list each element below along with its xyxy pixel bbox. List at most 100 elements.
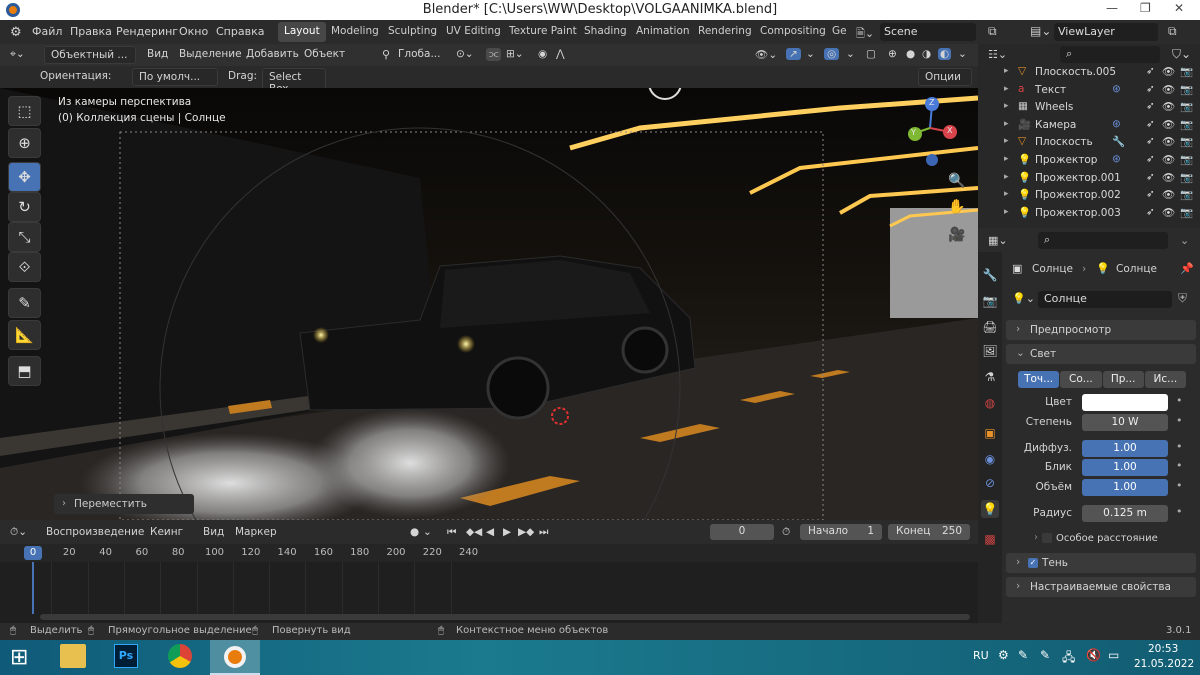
outliner-editor-icon[interactable]: ☷⌄ bbox=[988, 48, 1007, 61]
close-icon[interactable]: ✕ bbox=[1174, 1, 1184, 15]
timeline-scrollbar[interactable] bbox=[40, 614, 970, 620]
maximize-icon[interactable]: ❐ bbox=[1140, 1, 1151, 15]
copy-viewlayer-icon[interactable]: ⧉ bbox=[1168, 24, 1177, 39]
radius-field[interactable]: 0.125 m bbox=[1082, 505, 1168, 522]
world-tab-icon[interactable]: ◍ bbox=[981, 394, 999, 412]
color-swatch[interactable] bbox=[1082, 394, 1168, 411]
tool-tab-icon[interactable]: 🔧 bbox=[981, 266, 999, 284]
expand-icon[interactable]: ▸ bbox=[1004, 119, 1009, 129]
viewlayer-icon[interactable]: ▤⌄ bbox=[1030, 24, 1051, 38]
steam-tray-icon[interactable]: ⚙ bbox=[998, 648, 1009, 662]
playback-menu[interactable]: Воспроизведение bbox=[46, 526, 144, 538]
orientation-dropdown[interactable]: По умолч... bbox=[132, 68, 218, 86]
camera-render-icon[interactable]: 📷 bbox=[1180, 135, 1193, 148]
workspace-tab-modeling[interactable]: Modeling bbox=[325, 22, 385, 42]
workspace-tab-rendering[interactable]: Rendering bbox=[692, 22, 758, 42]
notification-icon[interactable]: ▭ bbox=[1108, 648, 1119, 662]
camera-render-icon[interactable]: 📷 bbox=[1180, 153, 1193, 166]
expand-icon[interactable]: ▸ bbox=[1004, 84, 1009, 94]
gizmo-y-label[interactable]: Y bbox=[911, 128, 916, 137]
minimize-icon[interactable]: — bbox=[1106, 1, 1118, 15]
expand-icon[interactable]: ▸ bbox=[1004, 154, 1009, 164]
scene-tab-icon[interactable]: ⚗ bbox=[981, 368, 999, 386]
camera-render-icon[interactable]: 📷 bbox=[1180, 100, 1193, 113]
diffuse-slider[interactable]: 1.00 bbox=[1082, 440, 1168, 457]
volume-keyframe-dot[interactable]: • bbox=[1176, 479, 1183, 492]
eye-icon[interactable]: 👁 bbox=[1162, 83, 1175, 96]
3d-viewport[interactable]: Z Y X Из камеры перспектива (0) Коллекци… bbox=[0, 88, 978, 520]
select-arrow-icon[interactable]: ➶ bbox=[1146, 153, 1155, 165]
breadcrumb-object[interactable]: Солнце bbox=[1032, 263, 1073, 275]
play-reverse-icon[interactable]: ◀ bbox=[486, 526, 494, 538]
copy-scene-icon[interactable]: ⧉ bbox=[988, 24, 997, 39]
fake-user-icon[interactable]: ⛨ bbox=[1178, 291, 1187, 306]
expand-icon[interactable]: ▸ bbox=[1004, 66, 1009, 76]
menu-add[interactable]: Добавить bbox=[246, 48, 299, 60]
properties-editor-icon[interactable]: ▦⌄ bbox=[988, 234, 1008, 247]
specular-keyframe-dot[interactable]: • bbox=[1176, 459, 1183, 472]
menu-render[interactable]: Рендеринг bbox=[116, 25, 178, 38]
expand-icon[interactable]: ▸ bbox=[1004, 136, 1009, 146]
network-icon[interactable]: 🖧 bbox=[1062, 648, 1075, 669]
annotate-tool[interactable]: ✎ bbox=[8, 288, 41, 318]
last-operator-panel[interactable]: › Переместить bbox=[54, 494, 194, 514]
workspace-tab-sculpting[interactable]: Sculpting bbox=[382, 22, 443, 42]
light-type-area[interactable]: Ис... bbox=[1144, 371, 1186, 388]
workspace-tab-layout[interactable]: Layout bbox=[278, 22, 326, 42]
camera-render-icon[interactable]: 📷 bbox=[1180, 65, 1193, 78]
gizmo-toggle-icon[interactable]: ↗ bbox=[786, 48, 801, 60]
shadow-panel-header[interactable]: › ✓ Тень bbox=[1006, 553, 1196, 573]
add-cube-tool[interactable]: ⬒ bbox=[8, 356, 41, 386]
zoom-icon[interactable]: 🔍 bbox=[944, 168, 970, 194]
workspace-tab-texture-paint[interactable]: Texture Paint bbox=[503, 22, 583, 42]
clock-date[interactable]: 21.05.2022 bbox=[1134, 658, 1194, 670]
light-type-spot[interactable]: Пр... bbox=[1102, 371, 1144, 388]
menu-view[interactable]: Вид bbox=[147, 48, 168, 60]
eye-icon[interactable]: 👁 bbox=[1162, 65, 1175, 78]
custom-distance-expand-icon[interactable]: › bbox=[1034, 532, 1038, 543]
overlay-toggle-icon[interactable]: ◎ bbox=[824, 48, 840, 60]
menu-help[interactable]: Справка bbox=[216, 25, 264, 38]
scale-tool[interactable]: ⤡ bbox=[8, 222, 41, 252]
gizmo-dropdown-icon[interactable]: ⌄ bbox=[806, 48, 815, 60]
light-data-tab-icon[interactable]: 💡 bbox=[981, 500, 999, 518]
options-dropdown[interactable]: Опции bbox=[918, 68, 972, 86]
outliner-row[interactable]: ▸ ▽ Плоскость.005 ➶ 👁 📷 bbox=[978, 64, 1200, 81]
record-icon[interactable]: ● bbox=[410, 526, 419, 538]
color-keyframe-dot[interactable]: • bbox=[1176, 394, 1183, 407]
falloff-icon[interactable]: ⋀ bbox=[556, 48, 565, 60]
eye-icon[interactable]: 👁 bbox=[1162, 171, 1175, 184]
blender-taskbar-button[interactable] bbox=[210, 640, 260, 675]
expand-icon[interactable]: ▸ bbox=[1004, 207, 1009, 217]
windows-start-icon[interactable]: ⊞ bbox=[10, 645, 28, 670]
eye-icon[interactable]: 👁 bbox=[1162, 188, 1175, 201]
diffuse-keyframe-dot[interactable]: • bbox=[1176, 440, 1183, 453]
start-frame-field[interactable]: Начало 1 bbox=[800, 524, 882, 540]
transform-orientation-dropdown[interactable]: Глоба... bbox=[398, 48, 440, 60]
workspace-tab-animation[interactable]: Animation bbox=[630, 22, 696, 42]
outliner-row[interactable]: ▸ ▦ Wheels ➶ 👁 📷 bbox=[978, 99, 1200, 116]
expand-icon[interactable]: ▸ bbox=[1004, 189, 1009, 199]
photoshop-icon[interactable]: Ps bbox=[114, 644, 138, 668]
measure-tool[interactable]: 📐 bbox=[8, 320, 41, 350]
outliner-row[interactable]: ▸ 💡 Прожектор.003 ➶ 👁 📷 bbox=[978, 205, 1200, 222]
shadow-checkbox[interactable]: ✓ bbox=[1028, 558, 1038, 568]
menu-select[interactable]: Выделение bbox=[179, 48, 242, 60]
preview-panel-header[interactable]: › Предпросмотр bbox=[1006, 320, 1196, 340]
view-layer-tab-icon[interactable]: 🖼 bbox=[981, 342, 999, 360]
object-tab-icon[interactable]: ▣ bbox=[981, 424, 999, 442]
select-arrow-icon[interactable]: ➶ bbox=[1146, 100, 1155, 112]
select-arrow-icon[interactable]: ➶ bbox=[1146, 135, 1155, 147]
custom-distance-checkbox[interactable] bbox=[1042, 533, 1052, 543]
pivot-icon[interactable]: ⊙⌄ bbox=[456, 48, 474, 60]
language-indicator[interactable]: RU bbox=[973, 649, 989, 662]
eye-icon[interactable]: 👁 bbox=[1162, 135, 1175, 148]
pan-hand-icon[interactable]: ✋ bbox=[944, 194, 970, 220]
datablock-name-field[interactable]: Солнце bbox=[1038, 291, 1172, 308]
menu-edit[interactable]: Правка bbox=[70, 25, 112, 38]
preview-range-icon[interactable]: ⏱ bbox=[782, 526, 790, 539]
next-keyframe-icon[interactable]: ▶◆ bbox=[518, 526, 534, 538]
proportional-edit-icon[interactable]: ◉ bbox=[538, 48, 547, 60]
workspace-tab-uv-editing[interactable]: UV Editing bbox=[440, 22, 507, 42]
outliner-row[interactable]: ▸ 💡 Прожектор ⊛ ➶ 👁 📷 bbox=[978, 152, 1200, 169]
